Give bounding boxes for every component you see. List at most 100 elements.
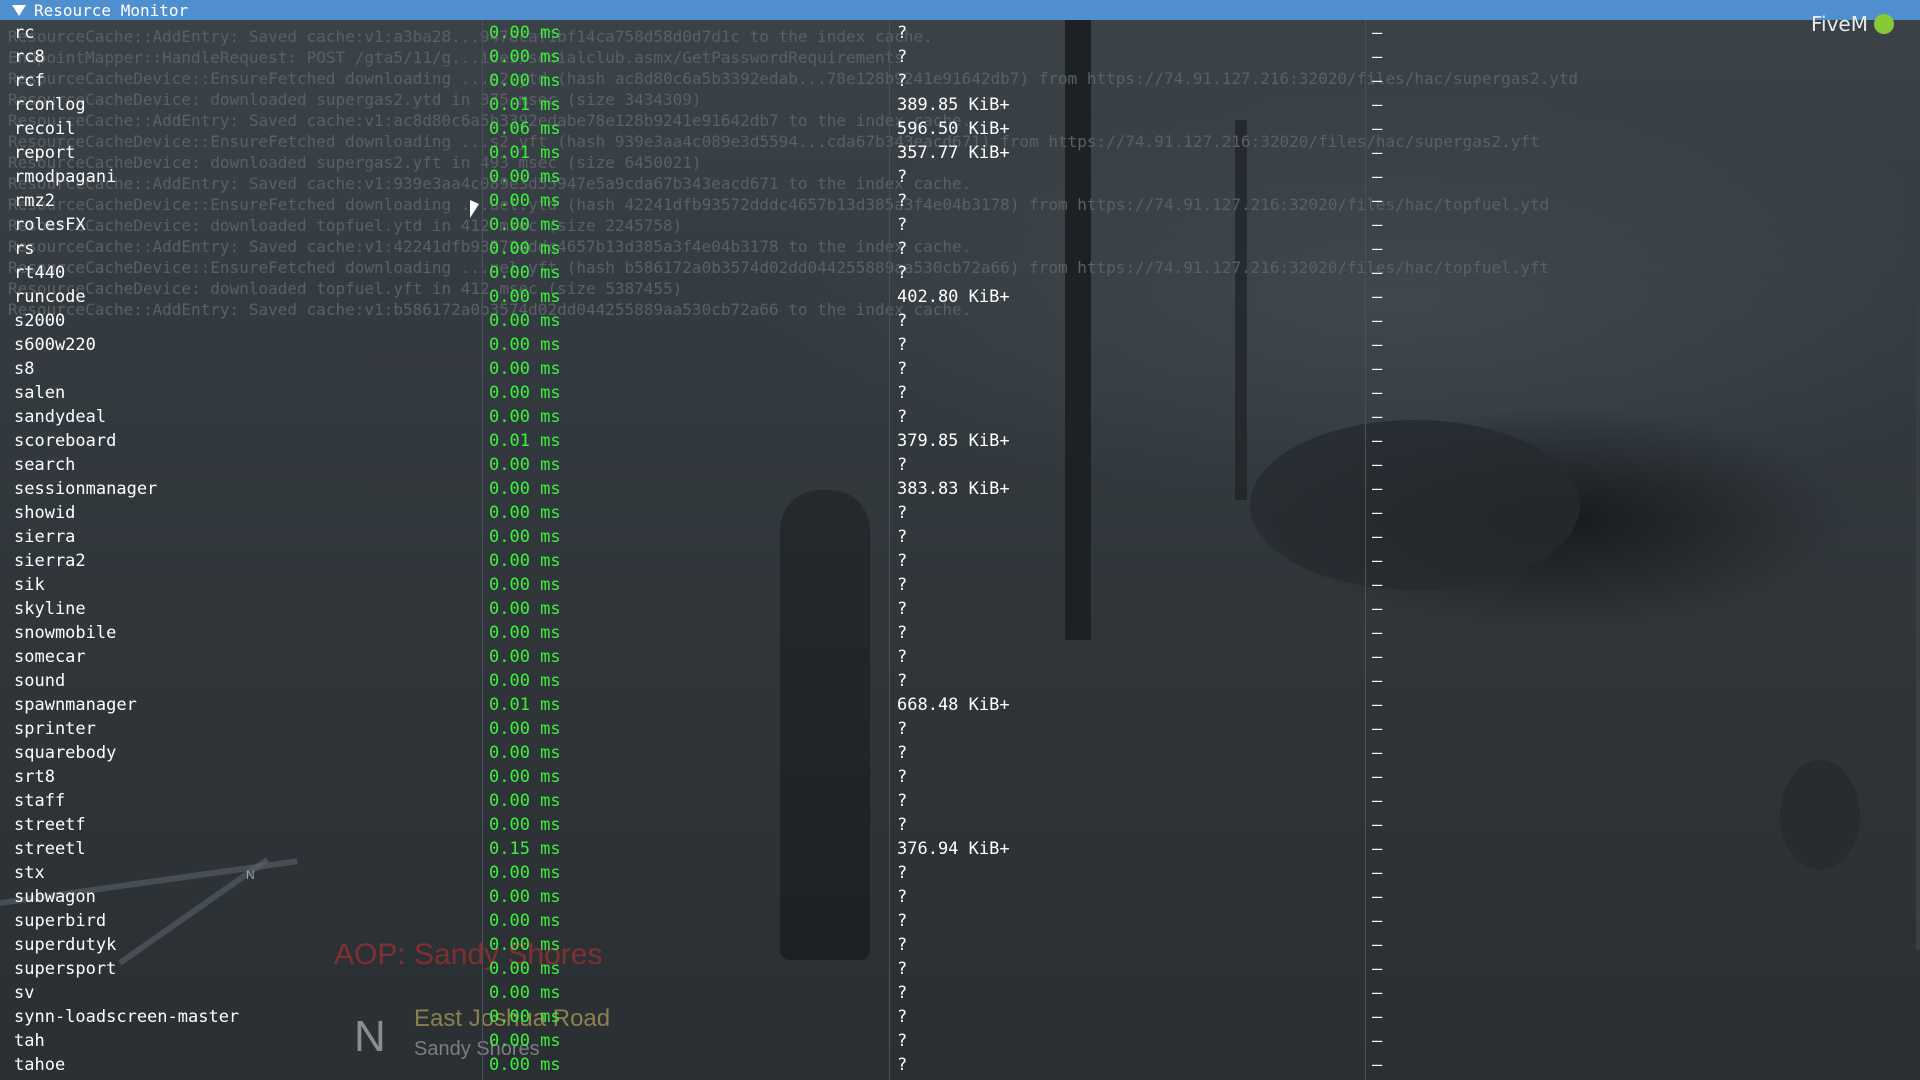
table-row[interactable]: tah 0.00 ms? – bbox=[0, 1028, 1920, 1052]
resource-memory: ? bbox=[897, 575, 908, 595]
table-row[interactable]: snowmobile 0.00 ms? – bbox=[0, 620, 1920, 644]
resource-memory: 357.77 KiB+ bbox=[897, 143, 1010, 163]
resource-extra: – bbox=[1372, 623, 1383, 643]
resource-extra: – bbox=[1372, 479, 1383, 499]
resource-name: tah bbox=[14, 1031, 45, 1051]
table-row[interactable]: sessionmanager 0.00 ms 383.83 KiB+ – bbox=[0, 476, 1920, 500]
resource-time: 0.00 ms bbox=[489, 863, 561, 883]
resource-time: 0.00 ms bbox=[489, 911, 561, 931]
resource-name: salen bbox=[14, 383, 66, 403]
table-row[interactable]: supersport 0.00 ms? – bbox=[0, 956, 1920, 980]
resource-time: 0.00 ms bbox=[489, 335, 561, 355]
table-row[interactable]: search 0.00 ms? – bbox=[0, 452, 1920, 476]
collapse-triangle-icon[interactable] bbox=[12, 4, 26, 16]
table-row[interactable]: report 0.01 ms 357.77 KiB+ – bbox=[0, 140, 1920, 164]
table-row[interactable]: squarebody 0.00 ms? – bbox=[0, 740, 1920, 764]
resource-extra: – bbox=[1372, 167, 1383, 187]
table-row[interactable]: superbird 0.00 ms? – bbox=[0, 908, 1920, 932]
brand-name: FiveM bbox=[1810, 12, 1868, 36]
table-row[interactable]: rolesFX 0.00 ms? – bbox=[0, 212, 1920, 236]
resource-extra: – bbox=[1372, 527, 1383, 547]
resource-name: sik bbox=[14, 575, 45, 595]
table-row[interactable]: runcode 0.00 ms 402.80 KiB+ – bbox=[0, 284, 1920, 308]
resource-memory: ? bbox=[897, 23, 908, 43]
table-row[interactable]: rmodpagani 0.00 ms? – bbox=[0, 164, 1920, 188]
table-row[interactable]: showid 0.00 ms? – bbox=[0, 500, 1920, 524]
resource-extra: – bbox=[1372, 71, 1383, 91]
table-row[interactable]: superdutyk 0.00 ms? – bbox=[0, 932, 1920, 956]
table-row[interactable]: s2000 0.00 ms? – bbox=[0, 308, 1920, 332]
table-row[interactable]: s8 0.00 ms? – bbox=[0, 356, 1920, 380]
resource-extra: – bbox=[1372, 119, 1383, 139]
resource-time: 0.00 ms bbox=[489, 383, 561, 403]
resource-time: 0.15 ms bbox=[489, 839, 561, 859]
table-row[interactable]: somecar 0.00 ms? – bbox=[0, 644, 1920, 668]
table-row[interactable]: sierra2 0.00 ms? – bbox=[0, 548, 1920, 572]
resource-time: 0.00 ms bbox=[489, 887, 561, 907]
resource-extra: – bbox=[1372, 335, 1383, 355]
table-row[interactable]: streetf 0.00 ms? – bbox=[0, 812, 1920, 836]
resource-extra: – bbox=[1372, 551, 1383, 571]
resource-extra: – bbox=[1372, 647, 1383, 667]
resource-name: sandydeal bbox=[14, 407, 107, 427]
resource-name: sierra bbox=[14, 527, 76, 547]
table-row[interactable]: rcf 0.00 ms? – bbox=[0, 68, 1920, 92]
resource-time: 0.00 ms bbox=[489, 959, 561, 979]
table-row[interactable]: rmz2 0.00 ms? – bbox=[0, 188, 1920, 212]
resource-memory: ? bbox=[897, 1055, 908, 1075]
resource-time: 0.00 ms bbox=[489, 623, 561, 643]
table-row[interactable]: srt8 0.00 ms? – bbox=[0, 764, 1920, 788]
table-row[interactable]: synn-loadscreen-master 0.00 ms? – bbox=[0, 1004, 1920, 1028]
resource-extra: – bbox=[1372, 839, 1383, 859]
table-row[interactable]: scoreboard 0.01 ms 379.85 KiB+ – bbox=[0, 428, 1920, 452]
resource-monitor-titlebar[interactable]: Resource Monitor bbox=[0, 0, 1920, 20]
resource-extra: – bbox=[1372, 719, 1383, 739]
resource-memory: ? bbox=[897, 1031, 908, 1051]
resource-extra: – bbox=[1372, 263, 1383, 283]
resource-time: 0.01 ms bbox=[489, 95, 561, 115]
table-row[interactable]: sv 0.00 ms? – bbox=[0, 980, 1920, 1004]
resource-name: showid bbox=[14, 503, 76, 523]
table-row[interactable]: recoil 0.06 ms 596.50 KiB+ – bbox=[0, 116, 1920, 140]
resource-extra: – bbox=[1372, 215, 1383, 235]
resource-time: 0.00 ms bbox=[489, 719, 561, 739]
resource-memory: 383.83 KiB+ bbox=[897, 479, 1010, 499]
table-row[interactable]: rc 0.00 ms? – bbox=[0, 20, 1920, 44]
table-row[interactable]: skyline 0.00 ms? – bbox=[0, 596, 1920, 620]
resource-time: 0.00 ms bbox=[489, 767, 561, 787]
table-row[interactable]: rt440 0.00 ms? – bbox=[0, 260, 1920, 284]
resource-name: synn-loadscreen-master bbox=[14, 1007, 240, 1027]
resource-extra: – bbox=[1372, 287, 1383, 307]
resource-extra: – bbox=[1372, 887, 1383, 907]
resource-name: streetf bbox=[14, 815, 86, 835]
table-row[interactable]: stx 0.00 ms? – bbox=[0, 860, 1920, 884]
resource-time: 0.00 ms bbox=[489, 239, 561, 259]
scrollbar[interactable] bbox=[1916, 300, 1920, 950]
table-row[interactable]: tahoe 0.00 ms? – bbox=[0, 1052, 1920, 1076]
resource-memory: 596.50 KiB+ bbox=[897, 119, 1010, 139]
table-row[interactable]: staff 0.00 ms? – bbox=[0, 788, 1920, 812]
resource-extra: – bbox=[1372, 23, 1383, 43]
table-row[interactable]: sprinter 0.00 ms? – bbox=[0, 716, 1920, 740]
table-row[interactable]: sierra 0.00 ms? – bbox=[0, 524, 1920, 548]
resource-extra: – bbox=[1372, 695, 1383, 715]
resource-memory: ? bbox=[897, 983, 908, 1003]
table-row[interactable]: s600w220 0.00 ms? – bbox=[0, 332, 1920, 356]
table-row[interactable]: spawnmanager 0.01 ms 668.48 KiB+ – bbox=[0, 692, 1920, 716]
resource-time: 0.00 ms bbox=[489, 455, 561, 475]
table-row[interactable]: rconlog 0.01 ms 389.85 KiB+ – bbox=[0, 92, 1920, 116]
table-row[interactable]: subwagon 0.00 ms? – bbox=[0, 884, 1920, 908]
table-row[interactable]: salen 0.00 ms? – bbox=[0, 380, 1920, 404]
table-row[interactable]: rc8 0.00 ms? – bbox=[0, 44, 1920, 68]
resource-memory: ? bbox=[897, 551, 908, 571]
resource-extra: – bbox=[1372, 599, 1383, 619]
resource-memory: ? bbox=[897, 335, 908, 355]
table-row[interactable]: sik 0.00 ms? – bbox=[0, 572, 1920, 596]
table-row[interactable]: rs 0.00 ms? – bbox=[0, 236, 1920, 260]
resource-extra: – bbox=[1372, 311, 1383, 331]
resource-time: 0.00 ms bbox=[489, 815, 561, 835]
resource-memory: ? bbox=[897, 263, 908, 283]
table-row[interactable]: sound 0.00 ms? – bbox=[0, 668, 1920, 692]
table-row[interactable]: sandydeal 0.00 ms? – bbox=[0, 404, 1920, 428]
table-row[interactable]: streetl 0.15 ms 376.94 KiB+ – bbox=[0, 836, 1920, 860]
